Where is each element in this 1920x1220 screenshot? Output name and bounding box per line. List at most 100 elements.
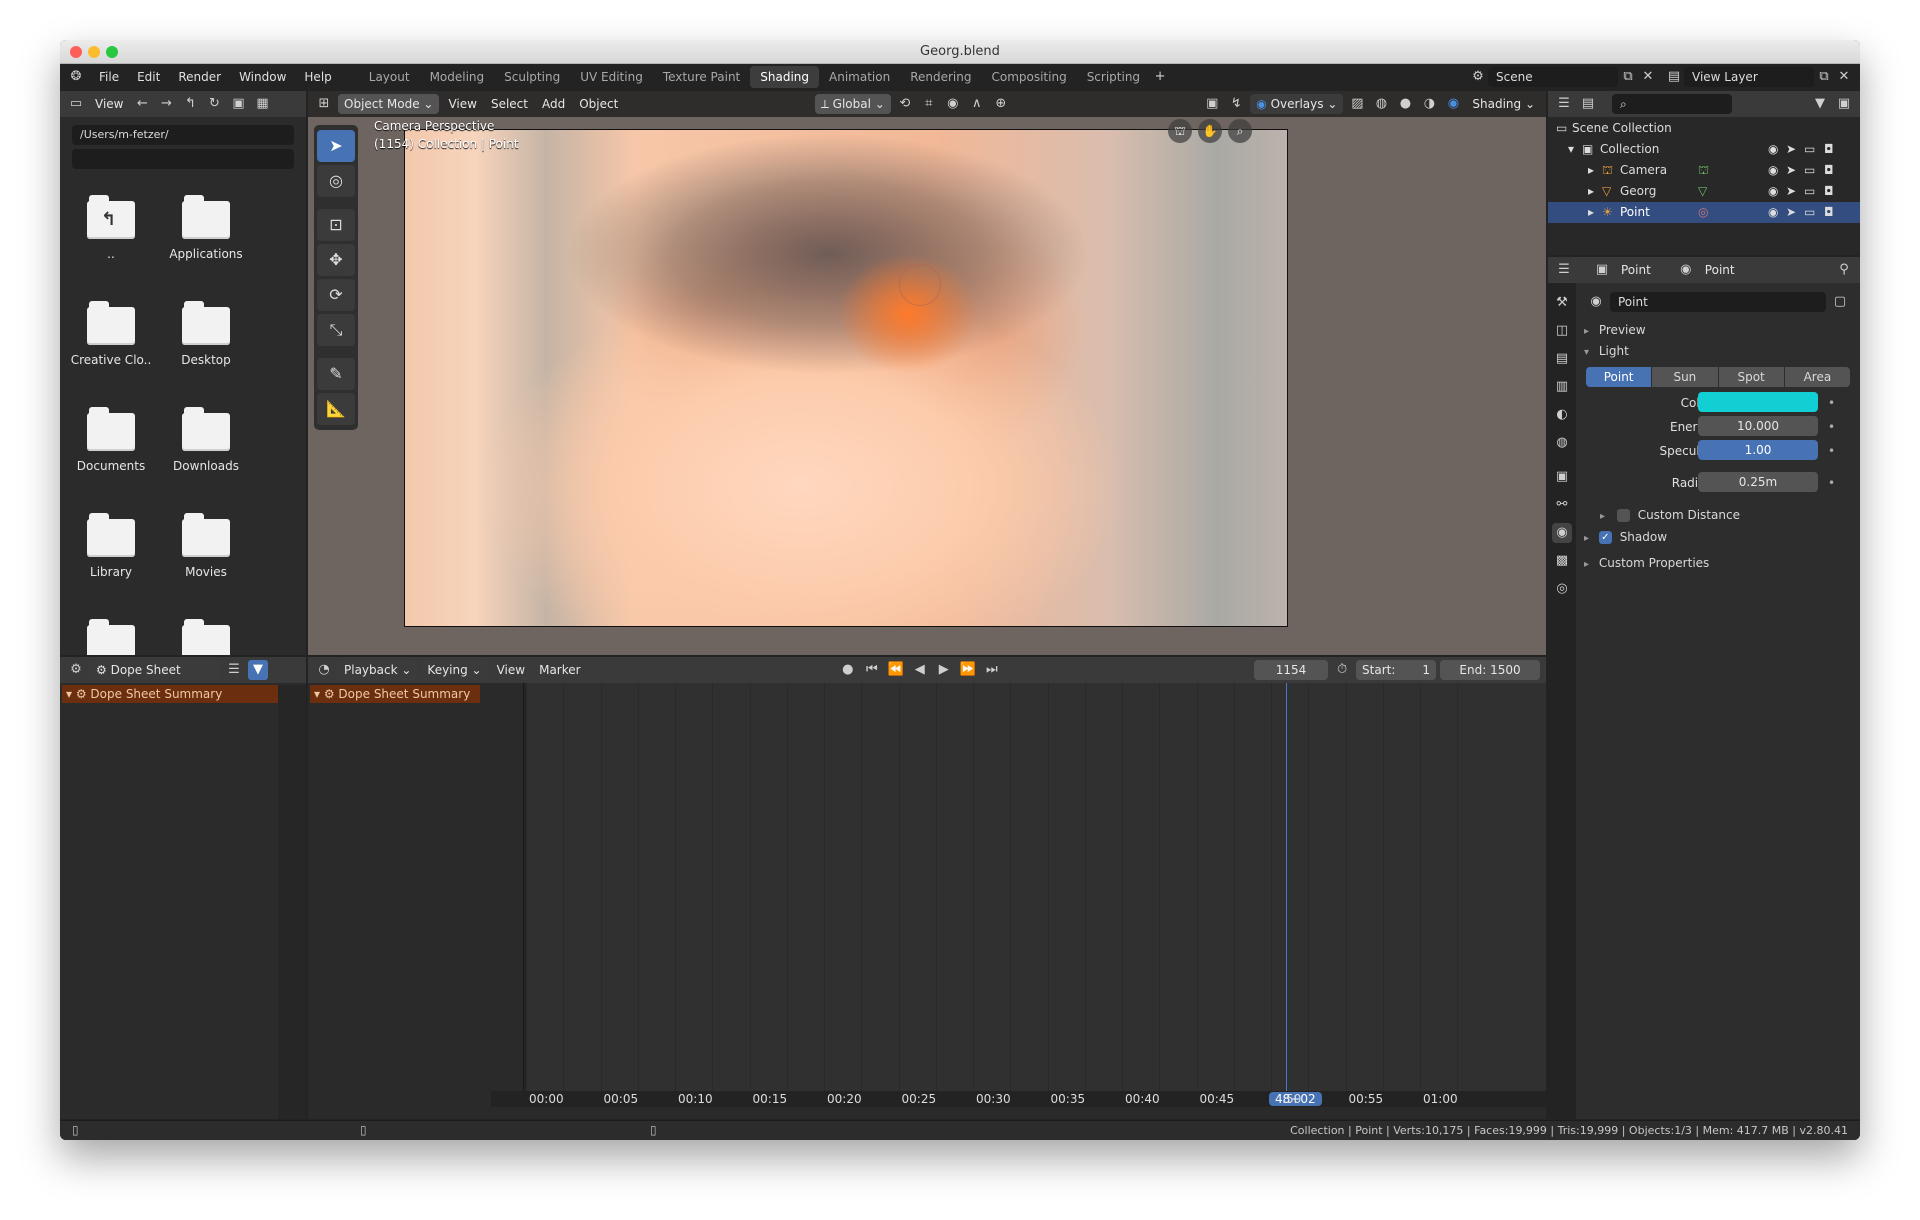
editor-type-icon[interactable]: ☰ (1554, 260, 1574, 280)
light-datablock-icon[interactable]: ◉ (1586, 292, 1606, 312)
back-icon[interactable]: ← (132, 94, 152, 114)
visibility-eye-icon[interactable]: ◉ (1768, 202, 1778, 223)
selectable-icon[interactable]: ➤ (1786, 160, 1796, 181)
pan-hand-icon[interactable]: ✋ (1198, 119, 1222, 143)
radius-field[interactable]: 0.25m (1698, 472, 1818, 492)
list-item[interactable]: Documents (63, 407, 159, 473)
transform-tool-icon[interactable]: ⊡ (317, 209, 355, 241)
light-type-area[interactable]: Area (1784, 367, 1850, 387)
new-scene-icon[interactable]: ⧉ (1618, 67, 1638, 87)
viewport-menu-view[interactable]: View (443, 94, 481, 114)
outliner-row-camera[interactable]: ▸ ⛫ Camera ⛫ ◉ ➤ ▭ ◘ (1548, 160, 1860, 181)
tab-uv-editing[interactable]: UV Editing (570, 66, 653, 88)
show-gizmo-icon[interactable]: ↯ (1226, 94, 1246, 114)
expand-arrow-icon[interactable]: ▸ (1588, 160, 1594, 181)
pivot-icon[interactable]: ⟲ (895, 94, 915, 114)
current-frame-field[interactable]: 1154 (1254, 660, 1329, 680)
render-disable-icon[interactable]: ◘ (1824, 139, 1834, 160)
file-view-menu[interactable]: View (90, 94, 128, 114)
remove-scene-icon[interactable]: ✕ (1638, 67, 1658, 87)
dopesheet-summary-row[interactable]: ▾ ⚙ Dope Sheet Summary (62, 685, 278, 703)
editor-type-icon[interactable]: ⚙ (66, 660, 86, 680)
editor-type-icon[interactable]: ▭ (66, 94, 86, 114)
solid-shading-icon[interactable]: ● (1395, 94, 1415, 114)
new-folder-icon[interactable]: ▣ (228, 94, 248, 114)
playhead-line[interactable] (1286, 683, 1287, 1091)
jump-start-icon[interactable]: ⏮ (862, 660, 882, 680)
material-shading-icon[interactable]: ◑ (1419, 94, 1439, 114)
viewport-menu-select[interactable]: Select (486, 94, 533, 114)
move-tool-icon[interactable]: ✥ (317, 244, 355, 276)
menu-help[interactable]: Help (295, 64, 340, 90)
shadow-checkbox[interactable]: ✓ (1598, 531, 1612, 544)
render-disable-icon[interactable]: ◘ (1824, 160, 1834, 181)
tab-texture-paint[interactable]: Texture Paint (653, 66, 750, 88)
viewport-disable-icon[interactable]: ▭ (1804, 202, 1815, 223)
timeline-menu-marker[interactable]: Marker (534, 660, 585, 680)
selectable-icon[interactable]: ➤ (1786, 181, 1796, 202)
viewport-disable-icon[interactable]: ▭ (1804, 181, 1815, 202)
light-type-sun[interactable]: Sun (1652, 367, 1718, 387)
timeline-menu-view[interactable]: View (492, 660, 530, 680)
menu-window[interactable]: Window (230, 64, 295, 90)
render-disable-icon[interactable]: ◘ (1824, 181, 1834, 202)
light-gizmo-icon[interactable] (898, 263, 941, 306)
viewport-disable-icon[interactable]: ▭ (1804, 139, 1815, 160)
physics-tab-icon[interactable]: ◎ (1552, 579, 1572, 599)
annotate-tool-icon[interactable]: ✎ (317, 358, 355, 390)
scene-collection-row[interactable]: ▭ Scene Collection (1548, 118, 1860, 139)
forward-icon[interactable]: → (156, 94, 176, 114)
list-item[interactable]: Downloads (158, 407, 254, 473)
new-view-layer-icon[interactable]: ⧉ (1814, 67, 1834, 87)
tab-layout[interactable]: Layout (359, 66, 420, 88)
expand-arrow-icon[interactable]: ▸ (1588, 202, 1594, 223)
tab-animation[interactable]: Animation (819, 66, 900, 88)
select-tool-icon[interactable]: ➤ (317, 130, 355, 162)
add-workspace-icon[interactable]: + (1150, 67, 1170, 87)
scene-icon[interactable]: ⚙ (1468, 67, 1488, 87)
end-frame-field[interactable]: End: 1500 (1440, 660, 1541, 680)
light-data-tab-icon[interactable]: ◉ (1552, 523, 1572, 543)
editor-type-icon[interactable]: ☰ (1554, 94, 1574, 114)
xray-icon[interactable]: ▨ (1347, 94, 1367, 114)
shadow-section[interactable]: ▸ ✓ Shadow (1584, 526, 1860, 548)
outliner-row-point[interactable]: ▸ ☀ Point ◎ ◉ ➤ ▭ ◘ (1548, 202, 1860, 223)
pin-icon[interactable]: ⚲ (1834, 260, 1854, 280)
animate-dot-icon[interactable]: • (1828, 472, 1835, 494)
color-swatch[interactable] (1698, 392, 1818, 412)
menu-file[interactable]: File (90, 64, 128, 90)
stopwatch-icon[interactable]: ⏱ (1332, 660, 1352, 680)
keying-menu[interactable]: Keying ⌄ (421, 660, 488, 680)
tab-scripting[interactable]: Scripting (1077, 66, 1150, 88)
viewport-menu-object[interactable]: Object (574, 94, 623, 114)
tab-rendering[interactable]: Rendering (900, 66, 981, 88)
filter-icon[interactable]: ▼ (1810, 94, 1830, 114)
parent-dir-icon[interactable]: ↰ (180, 94, 200, 114)
list-item[interactable]: Creative Clo.. (63, 301, 159, 367)
overlays-dropdown[interactable]: ◉ Overlays ⌄ (1250, 94, 1344, 114)
playback-menu[interactable]: Playback ⌄ (338, 660, 418, 680)
shading-menu[interactable]: Shading ⌄ (1467, 94, 1540, 114)
close-window-button[interactable] (70, 46, 82, 58)
view-layer-field[interactable]: View Layer (1684, 67, 1814, 87)
animate-dot-icon[interactable]: • (1828, 416, 1835, 438)
light-type-spot[interactable]: Spot (1718, 367, 1784, 387)
display-mode-icon[interactable]: ▤ (1578, 94, 1598, 114)
path-field[interactable]: /Users/m-fetzer/ (72, 125, 294, 145)
cursor-tool-icon[interactable]: ◎ (317, 165, 355, 197)
render-tab-icon[interactable]: ◫ (1552, 321, 1572, 341)
expand-arrow-icon[interactable]: ▾ (1568, 139, 1574, 160)
camera-view-icon[interactable]: ⛫ (1168, 119, 1192, 143)
menu-edit[interactable]: Edit (128, 64, 169, 90)
channel-scroll[interactable] (278, 685, 306, 1119)
filter-icon[interactable]: ▼ (248, 660, 268, 680)
specular-slider[interactable]: 1.00 (1698, 440, 1818, 460)
jump-end-icon[interactable]: ⏭ (982, 660, 1002, 680)
scene-field[interactable]: Scene (1488, 67, 1618, 87)
blender-logo-icon[interactable]: ❂ (66, 67, 86, 87)
list-item[interactable]: Desktop (158, 301, 254, 367)
tab-compositing[interactable]: Compositing (981, 66, 1076, 88)
menu-render[interactable]: Render (169, 64, 230, 90)
start-frame-field[interactable]: Start: 1 (1356, 660, 1437, 680)
tab-modeling[interactable]: Modeling (420, 66, 495, 88)
